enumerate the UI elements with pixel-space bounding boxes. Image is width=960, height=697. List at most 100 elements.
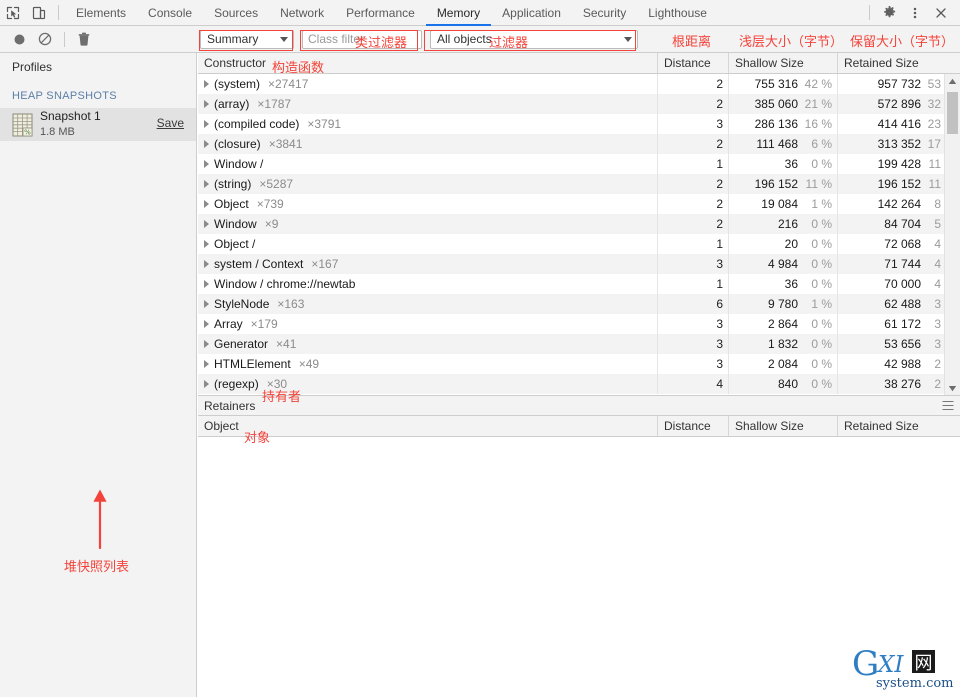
cell-shallow-percent: 1 %: [811, 197, 832, 211]
device-toolbar-icon[interactable]: [26, 0, 52, 25]
retainers-column-header-distance[interactable]: Distance: [658, 416, 729, 436]
tab-console[interactable]: Console: [137, 0, 203, 26]
scroll-down-arrow-icon[interactable]: [945, 381, 960, 395]
retainers-column-header-retained-size[interactable]: Retained Size: [838, 416, 960, 436]
cell-constructor: (system) ×27417: [198, 74, 658, 94]
tab-application[interactable]: Application: [491, 0, 572, 26]
cell-shallow-size: 2 084 0 %: [729, 354, 838, 374]
tab-security[interactable]: Security: [572, 0, 637, 26]
cell-constructor: Window /: [198, 154, 658, 174]
table-row[interactable]: Window / 1 36 0 % 199 428 11 %: [198, 154, 960, 174]
cell-distance: 2: [658, 94, 729, 114]
retainers-grid-body: [198, 437, 960, 695]
tab-lighthouse[interactable]: Lighthouse: [637, 0, 718, 26]
table-row[interactable]: (regexp) ×30 4 840 0 % 38 2762 %: [198, 374, 960, 394]
cell-shallow-size-value: 196 152: [754, 177, 798, 191]
trash-icon[interactable]: [71, 26, 97, 52]
retainers-titlebar: Retainers: [198, 395, 960, 416]
constructor-name: (array): [214, 97, 250, 111]
expand-triangle-icon[interactable]: [204, 160, 209, 168]
cell-shallow-percent: 0 %: [811, 237, 832, 251]
column-header-shallow-size[interactable]: Shallow Size: [729, 53, 838, 73]
expand-triangle-icon[interactable]: [204, 260, 209, 268]
sidebar-item-snapshot-1[interactable]: % Snapshot 1 1.8 MB Save: [0, 108, 196, 141]
constructor-count: ×167: [311, 257, 339, 271]
memory-toolbar: Summary Class filter All objects: [0, 26, 960, 53]
tab-performance[interactable]: Performance: [335, 0, 426, 26]
cell-shallow-percent: 0 %: [811, 157, 832, 171]
table-row[interactable]: StyleNode ×163 6 9 780 1 % 62 4883 %: [198, 294, 960, 314]
cell-shallow-size-value: 385 060: [754, 97, 798, 111]
tab-memory[interactable]: Memory: [425, 0, 492, 26]
expand-triangle-icon[interactable]: [204, 80, 209, 88]
constructor-count: ×49: [298, 357, 320, 371]
gear-icon[interactable]: [876, 0, 902, 25]
retainers-column-header-object[interactable]: Object: [198, 416, 658, 436]
table-row[interactable]: Window ×9 2 216 0 % 84 7045 %: [198, 214, 960, 234]
more-vertical-icon[interactable]: [902, 0, 928, 25]
memory-view-controls: Summary Class filter All objects: [200, 26, 638, 52]
constructor-count: ×41: [276, 337, 297, 351]
view-type-select[interactable]: Summary: [200, 29, 294, 49]
table-row[interactable]: Object ×739 2 19 084 1 % 142 2648 %: [198, 194, 960, 214]
table-row[interactable]: Object / 1 20 0 % 72 0684 %: [198, 234, 960, 254]
constructor-name: StyleNode: [214, 297, 270, 311]
cell-shallow-size: 9 780 1 %: [729, 294, 838, 314]
expand-triangle-icon[interactable]: [204, 360, 209, 368]
retainers-menu-icon[interactable]: [942, 400, 954, 415]
tab-network[interactable]: Network: [269, 0, 335, 26]
table-row[interactable]: (string) ×5287 2 196 152 11 % 196 152 11 %: [198, 174, 960, 194]
expand-triangle-icon[interactable]: [204, 200, 209, 208]
column-header-constructor[interactable]: Constructor: [198, 53, 658, 73]
column-header-distance[interactable]: Distance: [658, 53, 729, 73]
expand-triangle-icon[interactable]: [204, 280, 209, 288]
table-row[interactable]: Window / chrome://newtab 1 36 0 % 70 0004 %: [198, 274, 960, 294]
cell-distance: 2: [658, 174, 729, 194]
table-row[interactable]: (array) ×1787 2 385 060 21 % 572 896 32 %: [198, 94, 960, 114]
cell-shallow-size-value: 111 468: [756, 137, 798, 151]
constructor-name: system / Context: [214, 257, 304, 271]
expand-triangle-icon[interactable]: [204, 100, 209, 108]
tab-elements[interactable]: Elements: [65, 0, 137, 26]
cell-shallow-size: 286 136 16 %: [729, 114, 838, 134]
expand-triangle-icon[interactable]: [204, 380, 209, 388]
table-row[interactable]: system / Context ×167 3 4 984 0 % 71 7444 %: [198, 254, 960, 274]
expand-triangle-icon[interactable]: [204, 300, 209, 308]
constructor-name: Object /: [214, 237, 256, 251]
expand-triangle-icon[interactable]: [204, 140, 209, 148]
table-row[interactable]: HTMLElement ×49 3 2 084 0 % 42 9882 %: [198, 354, 960, 374]
table-row[interactable]: (system) ×27417 2 755 316 42 % 957 732 53 %: [198, 74, 960, 94]
expand-triangle-icon[interactable]: [204, 340, 209, 348]
constructor-name: (string): [214, 177, 252, 191]
objects-filter-value: All objects: [437, 32, 492, 46]
table-row[interactable]: Generator ×41 3 1 832 0 % 53 6563 %: [198, 334, 960, 354]
close-icon[interactable]: [928, 0, 954, 25]
grid-vertical-scrollbar[interactable]: [944, 74, 960, 395]
expand-triangle-icon[interactable]: [204, 320, 209, 328]
objects-filter-select[interactable]: All objects: [430, 29, 638, 49]
retainers-title: Retainers: [204, 398, 256, 413]
retainers-column-header-shallow-size[interactable]: Shallow Size: [729, 416, 838, 436]
column-header-retained-size[interactable]: Retained Size: [838, 53, 960, 73]
cell-retained-size-value: 313 352: [877, 137, 921, 151]
snapshot-save-link[interactable]: Save: [157, 116, 184, 130]
class-filter-input[interactable]: Class filter: [302, 29, 422, 49]
table-row[interactable]: (closure) ×3841 2 111 468 6 % 313 352 17 %: [198, 134, 960, 154]
scroll-up-arrow-icon[interactable]: [945, 74, 960, 88]
table-row[interactable]: Array ×179 3 2 864 0 % 61 1723 %: [198, 314, 960, 334]
record-button[interactable]: [6, 26, 32, 52]
cell-distance: 3: [658, 334, 729, 354]
cell-shallow-percent: 11 %: [805, 177, 832, 191]
expand-triangle-icon[interactable]: [204, 240, 209, 248]
scrollbar-thumb[interactable]: [947, 92, 958, 134]
cell-distance: 6: [658, 294, 729, 314]
inspect-element-icon[interactable]: [0, 0, 26, 25]
expand-triangle-icon[interactable]: [204, 220, 209, 228]
clear-button[interactable]: [32, 26, 58, 52]
expand-triangle-icon[interactable]: [204, 180, 209, 188]
tab-sources[interactable]: Sources: [203, 0, 269, 26]
expand-triangle-icon[interactable]: [204, 120, 209, 128]
table-row[interactable]: (compiled code) ×3791 3 286 136 16 % 414 416 2…: [198, 114, 960, 134]
cell-shallow-size-value: 840: [777, 377, 798, 391]
constructor-name: Generator: [214, 337, 269, 351]
